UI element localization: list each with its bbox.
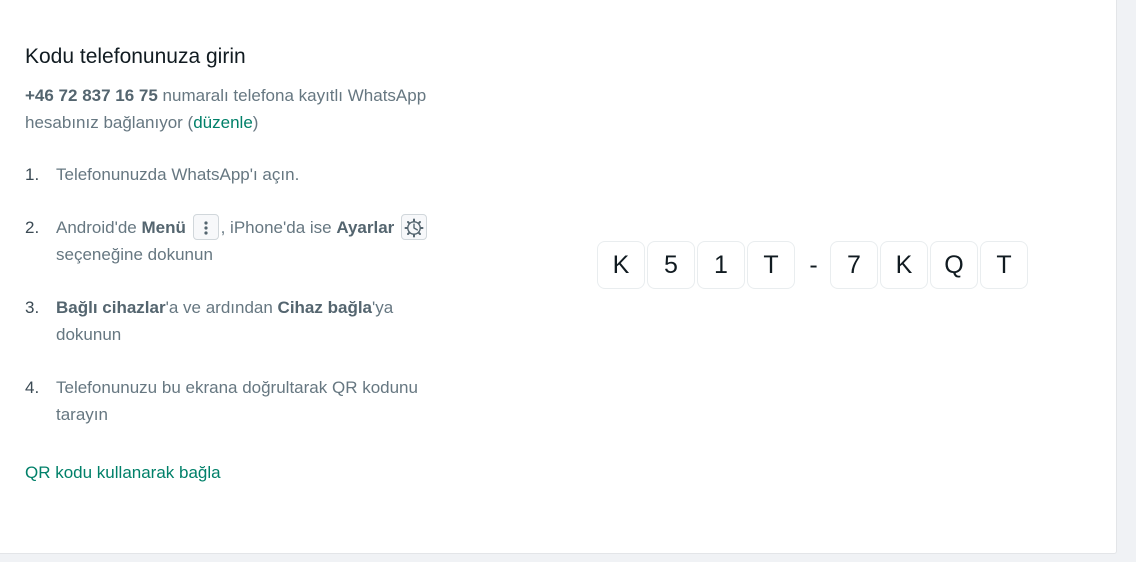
step-number: 1. [25, 165, 40, 184]
code-separator: - [809, 250, 818, 279]
step-number: 4. [25, 378, 40, 397]
settings-gear-icon [401, 213, 428, 240]
code-char: 5 [647, 241, 695, 289]
code-char: Q [930, 241, 978, 289]
link-code: K 5 1 T - 7 K Q T [597, 241, 1030, 289]
subtitle-close-paren: ) [252, 113, 259, 132]
page-title: Kodu telefonunuza girin [25, 45, 246, 68]
code-char: T [980, 241, 1028, 289]
step-4: 4. Telefonunuzu bu ekrana doğrultarak QR… [25, 374, 455, 428]
step-3: 3. Bağlı cihazlar'a ve ardından Cihaz ba… [25, 294, 455, 348]
link-with-phone-card: Kodu telefonunuza girin +46 72 837 16 75… [0, 0, 1117, 554]
code-char: K [880, 241, 928, 289]
steps-list: 1. Telefonunuzda WhatsApp'ı açın. 2. And… [25, 161, 455, 428]
edit-phone-link[interactable]: düzenle [193, 113, 253, 132]
settings-label: Ayarlar [336, 218, 395, 237]
code-char: T [747, 241, 795, 289]
step-text: 'a ve ardından [165, 298, 278, 317]
step-text: Android'de [56, 218, 142, 237]
step-2: 2. Android'de Menü , iPhone'da ise Ayarl… [25, 213, 455, 268]
step-text: seçeneğine dokunun [56, 245, 213, 264]
code-char: 1 [697, 241, 745, 289]
linked-devices-label: Bağlı cihazlar [56, 298, 166, 317]
code-char: 7 [830, 241, 878, 289]
subtitle: +46 72 837 16 75 numaralı telefona kayıt… [25, 82, 455, 136]
step-1: 1. Telefonunuzda WhatsApp'ı açın. [25, 161, 455, 188]
instructions-panel: Kodu telefonunuza girin +46 72 837 16 75… [25, 42, 455, 454]
phone-number: +46 72 837 16 75 [25, 86, 158, 105]
code-char: K [597, 241, 645, 289]
step-text: , iPhone'da ise [220, 218, 337, 237]
step-number: 2. [25, 218, 40, 237]
more-vertical-icon [192, 213, 219, 240]
step-text: Telefonunuzu bu ekrana doğrultarak QR ko… [56, 378, 418, 424]
link-device-label: Cihaz bağla [277, 298, 373, 317]
menu-label: Menü [141, 218, 186, 237]
link-with-qr-link[interactable]: QR kodu kullanarak bağla [25, 460, 221, 486]
step-text: Telefonunuzda WhatsApp'ı açın. [56, 165, 300, 184]
step-number: 3. [25, 298, 40, 317]
